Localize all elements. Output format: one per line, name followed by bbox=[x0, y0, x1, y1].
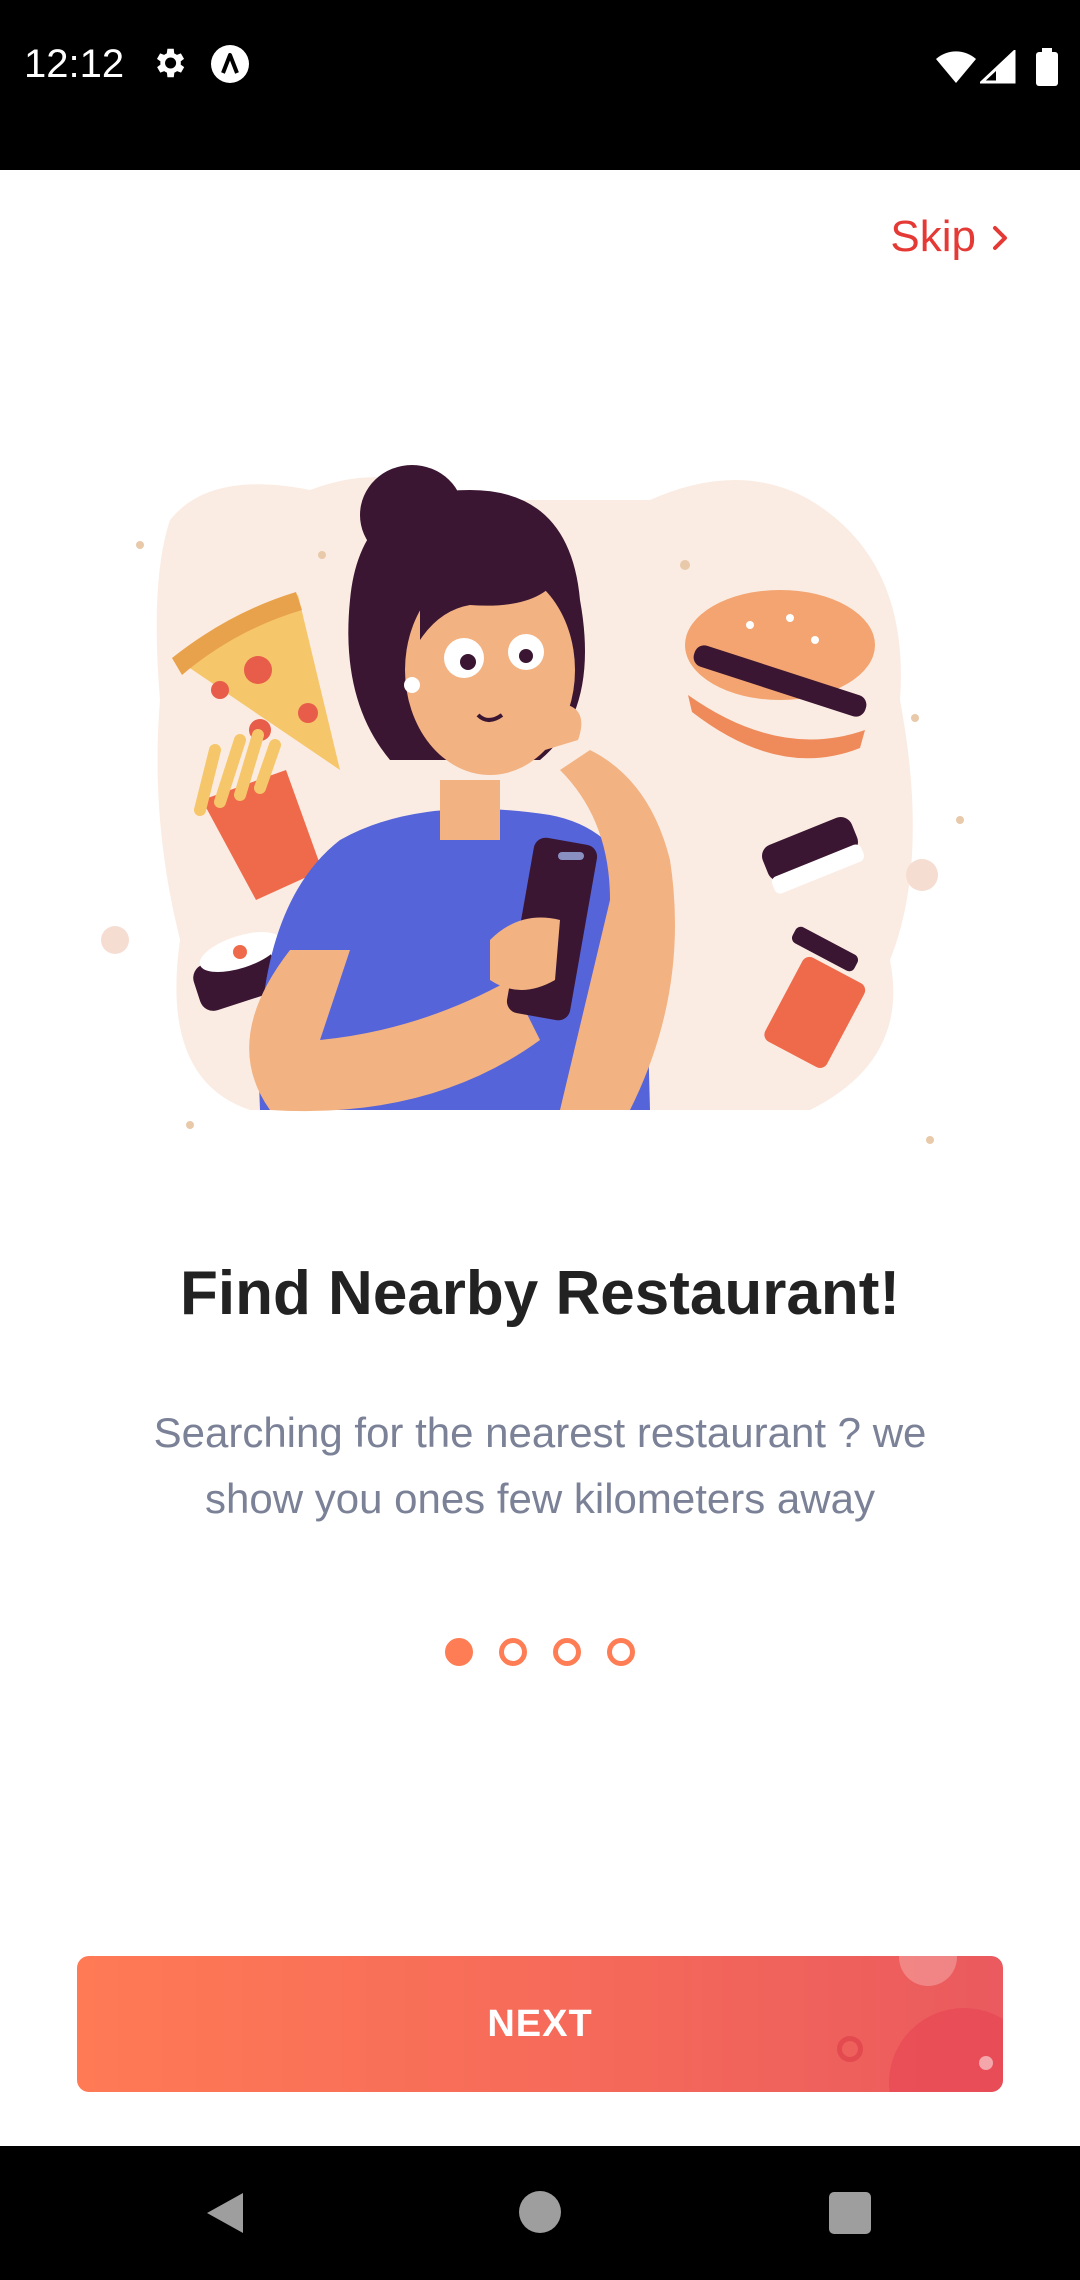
next-button[interactable]: NEXT bbox=[77, 1956, 1003, 2092]
next-label: NEXT bbox=[487, 2002, 593, 2045]
recents-icon[interactable] bbox=[829, 2192, 871, 2234]
skip-button[interactable]: Skip bbox=[890, 212, 1010, 262]
battery-icon bbox=[1036, 48, 1058, 86]
page-dot-2[interactable] bbox=[499, 1638, 527, 1666]
signal-icon bbox=[980, 50, 1016, 84]
page-dot-1[interactable] bbox=[445, 1638, 473, 1666]
onboarding-screen: Skip Find Nearby Restaurant! Searching f… bbox=[0, 170, 1080, 2146]
onboarding-title: Find Nearby Restaurant! bbox=[179, 1259, 901, 1328]
status-bar: 12:12 bbox=[0, 0, 1080, 170]
wifi-icon bbox=[936, 51, 976, 83]
page-dot-3[interactable] bbox=[553, 1638, 581, 1666]
chevron-right-icon bbox=[993, 226, 1007, 250]
page-dot-4[interactable] bbox=[607, 1638, 635, 1666]
app-logo-icon bbox=[211, 45, 249, 83]
onboarding-illustration bbox=[101, 465, 964, 1144]
back-icon[interactable] bbox=[205, 2191, 245, 2235]
phone-frame: 12:12 Skip Find Nearby Restaurant! Searc… bbox=[0, 0, 1080, 2280]
gear-icon bbox=[156, 48, 185, 78]
status-time: 12:12 bbox=[24, 42, 125, 86]
skip-label: Skip bbox=[890, 212, 976, 261]
page-indicator bbox=[0, 1638, 1080, 1666]
home-icon[interactable] bbox=[519, 2191, 561, 2233]
navigation-bar bbox=[0, 2146, 1080, 2280]
onboarding-subtitle: Searching for the nearest restaurant ? w… bbox=[153, 1409, 927, 1522]
